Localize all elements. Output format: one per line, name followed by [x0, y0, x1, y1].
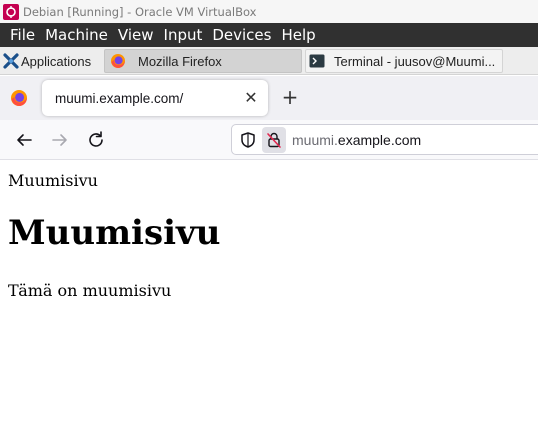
reload-icon[interactable]: [84, 128, 108, 152]
back-arrow-icon[interactable]: [12, 128, 36, 152]
page-paragraph: Tämä on muumisivu: [8, 281, 172, 300]
applications-menu-button[interactable]: Applications: [0, 49, 100, 73]
taskbar-firefox-label: Mozilla Firefox: [138, 53, 222, 69]
vbox-title-bar: Debian [Running] - Oracle VM VirtualBox: [0, 0, 538, 23]
window-title: Debian [Running] - Oracle VM VirtualBox: [23, 4, 257, 19]
document-title-text: Muumisivu: [8, 171, 98, 190]
menu-machine[interactable]: Machine: [40, 23, 113, 47]
plus-icon[interactable]: +: [280, 87, 300, 107]
menu-file[interactable]: File: [0, 23, 40, 47]
tab-title: muumi.example.com/: [55, 90, 184, 106]
firefox-icon: [111, 54, 125, 68]
forward-arrow-icon[interactable]: [48, 128, 72, 152]
close-icon[interactable]: ✕: [242, 89, 260, 107]
taskbar-terminal-button[interactable]: Terminal - juusov@Muumi...: [305, 49, 503, 73]
page-heading: Muumisivu: [8, 213, 221, 253]
insecure-lock-icon: [267, 132, 281, 148]
url-domain: example.com: [337, 131, 422, 148]
browser-tab-active[interactable]: muumi.example.com/ ✕: [42, 80, 268, 116]
xfce-applications-icon: [3, 53, 19, 69]
firefox-icon[interactable]: [10, 89, 28, 107]
url-bar[interactable]: muumi.example.com: [231, 124, 538, 155]
virtualbox-icon: [3, 3, 19, 20]
firefox-tab-bar: muumi.example.com/ ✕ +: [0, 76, 538, 120]
url-text[interactable]: muumi.example.com: [292, 132, 421, 148]
menu-input[interactable]: Input: [159, 23, 208, 47]
guest-taskbar: Applications Mozilla Firefox Terminal - …: [0, 47, 538, 75]
site-info-button[interactable]: [262, 126, 286, 153]
menu-view[interactable]: View: [113, 23, 159, 47]
menu-help[interactable]: Help: [276, 23, 320, 47]
taskbar-firefox-button[interactable]: Mozilla Firefox: [104, 49, 302, 73]
menu-devices[interactable]: Devices: [207, 23, 276, 47]
shield-icon[interactable]: [239, 131, 257, 149]
url-subdomain: muumi.: [292, 131, 338, 148]
taskbar-terminal-label: Terminal - juusov@Muumi...: [334, 53, 496, 69]
navigation-toolbar: muumi.example.com: [0, 120, 538, 160]
web-page-content: Muumisivu Muumisivu Tämä on muumisivu: [0, 161, 538, 436]
terminal-icon: [309, 54, 325, 68]
applications-label: Applications: [21, 53, 92, 69]
vbox-menu-bar: File Machine View Input Devices Help: [0, 23, 538, 47]
